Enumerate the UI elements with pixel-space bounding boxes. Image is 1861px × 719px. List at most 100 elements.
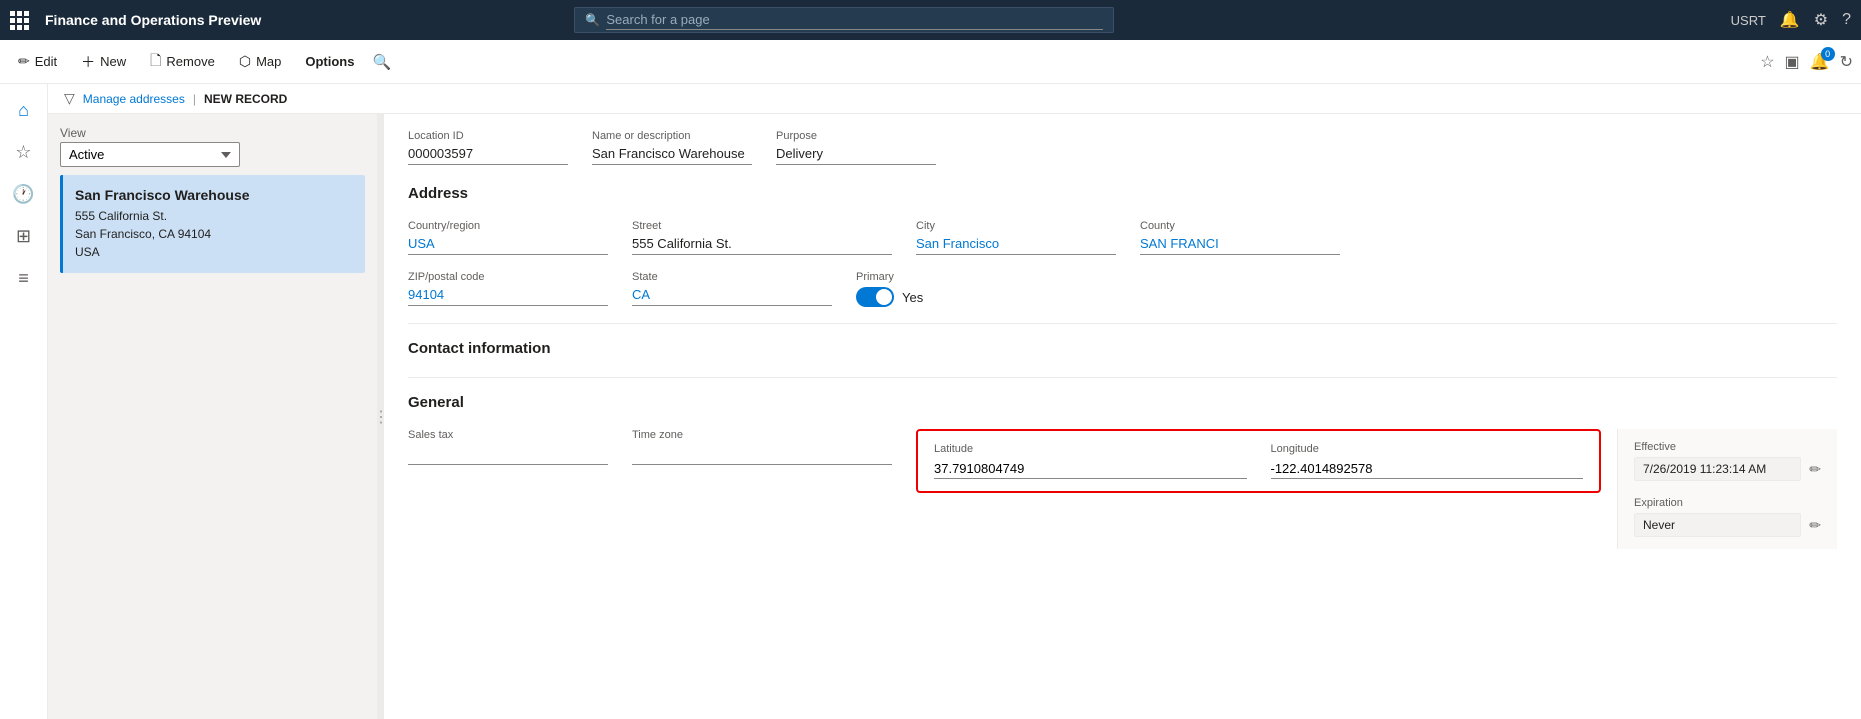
city-label: City [916, 220, 1116, 232]
modules-nav-icon[interactable]: ≡ [6, 260, 42, 296]
address-card-line2: San Francisco, CA 94104 [75, 225, 353, 243]
new-button[interactable]: ＋ New [71, 46, 136, 78]
time-zone-input[interactable] [632, 445, 892, 465]
zip-label: ZIP/postal code [408, 271, 608, 283]
map-button[interactable]: ⬡ Map [229, 47, 292, 76]
top-bar: Finance and Operations Preview 🔍 USRT 🔔 … [0, 0, 1861, 40]
country-field: Country/region USA [408, 220, 608, 255]
effective-label: Effective [1634, 441, 1821, 453]
top-bar-right: USRT 🔔 ⚙ ? [1731, 10, 1851, 30]
latitude-label: Latitude [934, 443, 1247, 455]
badge-button[interactable]: 🔔 0 [1810, 52, 1830, 72]
sales-tax-field: Sales tax [408, 429, 608, 465]
command-bar: ✏ Edit ＋ New 🗋 Remove ⬡ Map Options 🔍 ☆ … [0, 40, 1861, 84]
help-icon[interactable]: ? [1842, 11, 1851, 29]
country-value[interactable]: USA [408, 236, 608, 255]
effective-field: Effective 7/26/2019 11:23:14 AM ✏ [1634, 441, 1821, 481]
general-grid: Sales tax Time zone Latitude [408, 429, 1601, 493]
settings-icon[interactable]: ⚙ [1814, 10, 1828, 30]
zip-value[interactable]: 94104 [408, 287, 608, 306]
section-divider-2 [408, 377, 1837, 378]
primary-field: Primary Yes [856, 271, 1036, 307]
address-card[interactable]: San Francisco Warehouse 555 California S… [60, 175, 365, 273]
street-label: Street [632, 220, 892, 232]
app-layout: ⌂ ☆ 🕐 ⊞ ≡ Manage addresses | NEW RECORD … [0, 84, 1861, 719]
toggle-knob [876, 289, 892, 305]
workspaces-nav-icon[interactable]: ⊞ [6, 218, 42, 254]
primary-label: Primary [856, 271, 1036, 283]
effective-value: 7/26/2019 11:23:14 AM [1634, 457, 1801, 481]
options-button[interactable]: Options [295, 48, 364, 75]
state-value[interactable]: CA [632, 287, 832, 306]
latitude-input[interactable] [934, 459, 1247, 479]
recent-nav-icon[interactable]: 🕐 [6, 176, 42, 212]
sales-tax-label: Sales tax [408, 429, 608, 441]
name-label: Name or description [592, 130, 752, 142]
app-title: Finance and Operations Preview [45, 12, 261, 28]
remove-button[interactable]: 🗋 Remove [140, 44, 225, 80]
command-search-icon[interactable]: 🔍 [372, 53, 391, 71]
refresh-icon[interactable]: ↻ [1840, 52, 1853, 72]
location-id-field: Location ID 000003597 [408, 130, 568, 165]
longitude-input[interactable] [1271, 459, 1584, 479]
purpose-field: Purpose Delivery [776, 130, 936, 165]
expiration-value-row: Never ✏ [1634, 513, 1821, 537]
location-id-label: Location ID [408, 130, 568, 142]
breadcrumb-separator: | [193, 92, 196, 106]
app-grid-icon[interactable] [10, 11, 29, 30]
panel-icon[interactable]: ▣ [1785, 52, 1800, 72]
primary-value: Yes [902, 290, 923, 305]
general-layout: Sales tax Time zone Latitude [408, 429, 1837, 549]
breadcrumb: Manage addresses | NEW RECORD [48, 84, 1861, 114]
general-section-header: General [408, 394, 1837, 415]
county-value[interactable]: SAN FRANCI [1140, 236, 1340, 255]
purpose-label: Purpose [776, 130, 936, 142]
form-top-fields: Location ID 000003597 Name or descriptio… [408, 130, 1837, 165]
home-nav-icon[interactable]: ⌂ [6, 92, 42, 128]
longitude-label: Longitude [1271, 443, 1584, 455]
county-field: County SAN FRANCI [1140, 220, 1340, 255]
effective-edit-icon[interactable]: ✏ [1809, 461, 1821, 478]
favorites-nav-icon[interactable]: ☆ [6, 134, 42, 170]
sales-tax-input[interactable] [408, 445, 608, 465]
far-right-panel: Effective 7/26/2019 11:23:14 AM ✏ Expira… [1617, 429, 1837, 549]
favorite-icon[interactable]: ☆ [1760, 52, 1774, 72]
street-field: Street 555 California St. [632, 220, 892, 255]
remove-icon: 🗋 [150, 50, 161, 74]
search-input[interactable] [606, 10, 1103, 30]
edit-icon: ✏ [18, 53, 30, 70]
view-select[interactable]: Active [60, 142, 240, 167]
edit-button[interactable]: ✏ Edit [8, 47, 67, 76]
search-bar[interactable]: 🔍 [574, 7, 1114, 33]
time-zone-field: Time zone [632, 429, 892, 465]
address-section-header: Address [408, 185, 1837, 206]
user-label: USRT [1731, 13, 1766, 28]
address-card-line3: USA [75, 243, 353, 261]
side-nav: ⌂ ☆ 🕐 ⊞ ≡ [0, 84, 48, 719]
name-value[interactable]: San Francisco Warehouse [592, 146, 752, 165]
expiration-edit-icon[interactable]: ✏ [1809, 517, 1821, 534]
expiration-label: Expiration [1634, 497, 1821, 509]
section-divider-1 [408, 323, 1837, 324]
breadcrumb-current: NEW RECORD [204, 92, 287, 106]
country-label: Country/region [408, 220, 608, 232]
state-label: State [632, 271, 832, 283]
state-field: State CA [632, 271, 832, 307]
primary-toggle[interactable] [856, 287, 894, 307]
location-id-value[interactable]: 000003597 [408, 146, 568, 165]
filter-icon [64, 90, 75, 107]
city-field: City San Francisco [916, 220, 1116, 255]
notification-icon[interactable]: 🔔 [1780, 10, 1800, 30]
address-grid: Country/region USA Street 555 California… [408, 220, 1837, 255]
purpose-value[interactable]: Delivery [776, 146, 936, 165]
latitude-field: Latitude [934, 443, 1247, 479]
view-label: View [60, 126, 365, 140]
street-value[interactable]: 555 California St. [632, 236, 892, 255]
county-label: County [1140, 220, 1340, 232]
city-value[interactable]: San Francisco [916, 236, 1116, 255]
breadcrumb-parent[interactable]: Manage addresses [83, 92, 185, 106]
effective-value-row: 7/26/2019 11:23:14 AM ✏ [1634, 457, 1821, 481]
main-content: Manage addresses | NEW RECORD View Activ… [48, 84, 1861, 719]
new-icon: ＋ [81, 52, 95, 72]
address-card-name: San Francisco Warehouse [75, 187, 353, 203]
